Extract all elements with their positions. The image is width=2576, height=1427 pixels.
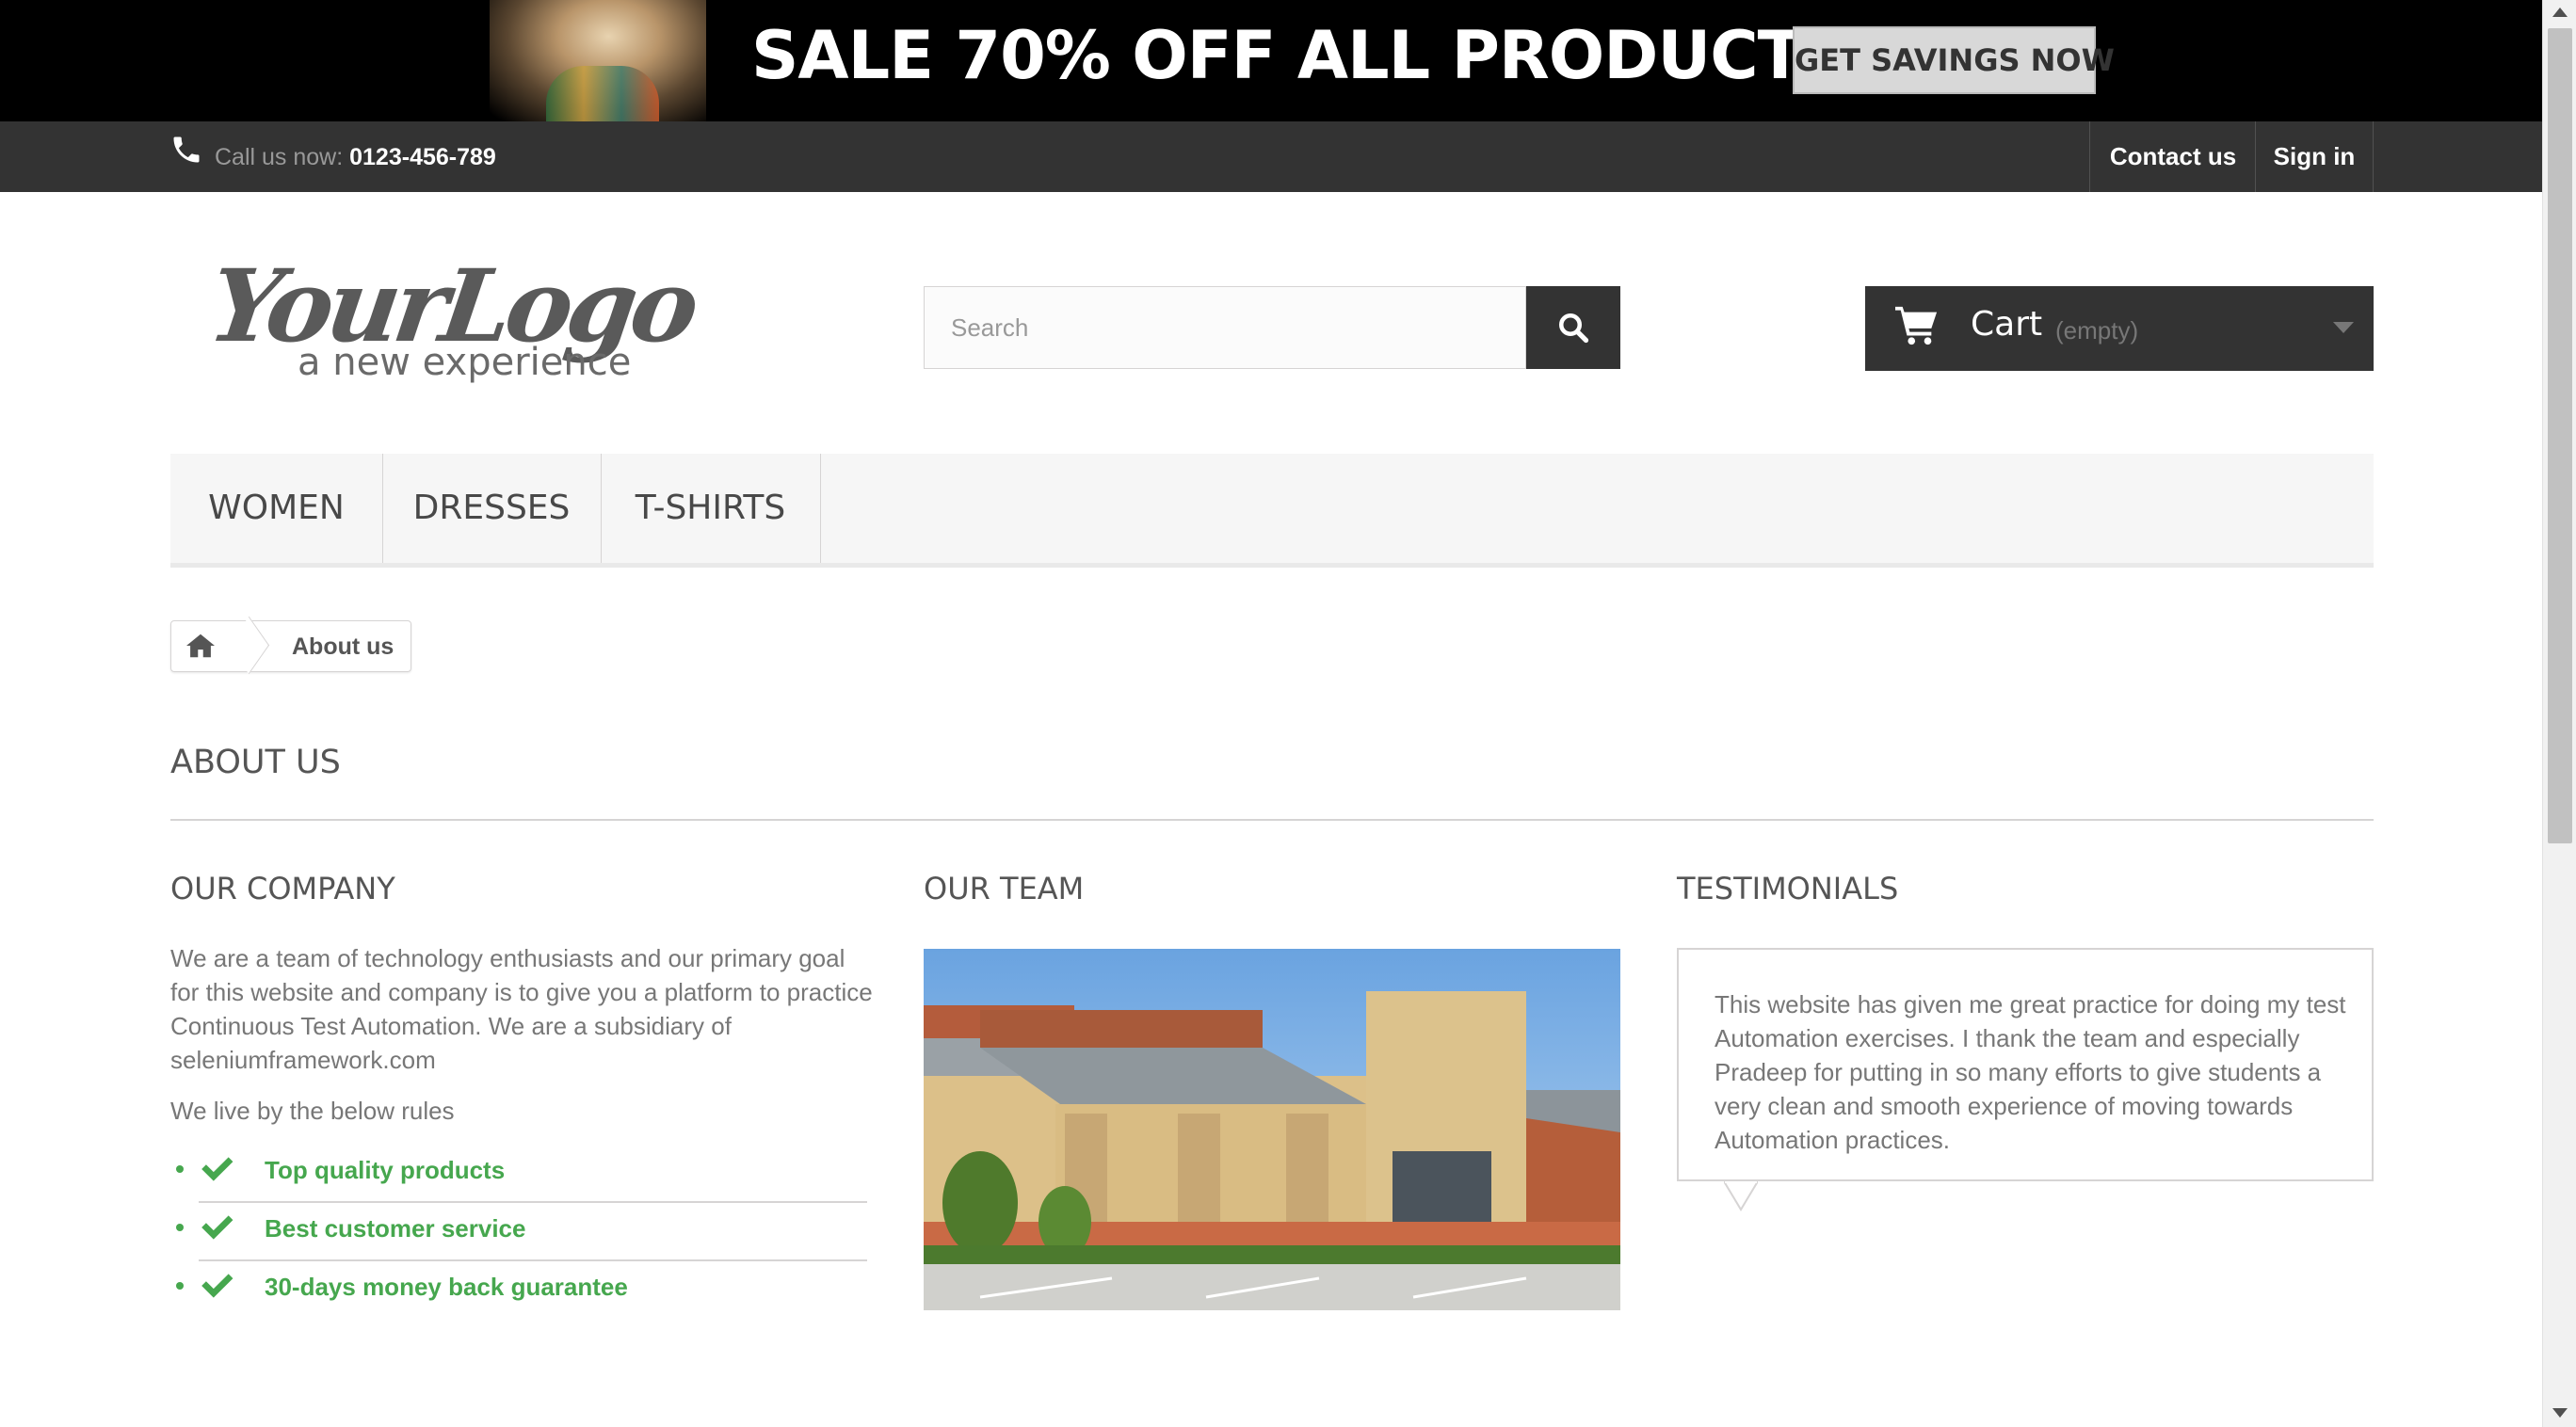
call-us-label: Call us now: bbox=[215, 144, 350, 170]
banner-model-image bbox=[490, 0, 706, 121]
rules-intro: We live by the below rules bbox=[170, 1097, 455, 1125]
site-logo[interactable]: YourLogo a new experience bbox=[215, 235, 751, 395]
search-input[interactable]: Search bbox=[924, 286, 1526, 369]
cart-label: Cart bbox=[1971, 305, 2043, 344]
list-item: Top quality products bbox=[170, 1143, 867, 1201]
breadcrumb-current: About us bbox=[292, 633, 394, 660]
company-paragraph: We are a team of technology enthusiasts … bbox=[170, 944, 873, 1074]
testimonials-heading: TESTIMONIALS bbox=[1677, 871, 1899, 906]
check-icon bbox=[201, 1274, 233, 1298]
phone-number: 0123-456-789 bbox=[349, 144, 496, 170]
scroll-thumb[interactable] bbox=[2548, 28, 2572, 843]
call-us-text: Call us now: 0123-456-789 bbox=[215, 144, 496, 171]
our-company-heading: OUR COMPANY bbox=[170, 871, 395, 906]
rule-text: 30-days money back guarantee bbox=[265, 1273, 628, 1301]
search-icon bbox=[1559, 313, 1589, 344]
scroll-up-arrow-icon[interactable] bbox=[2552, 8, 2568, 17]
main-menu: WOMEN DRESSES T-SHIRTS bbox=[170, 454, 2374, 568]
cart-dropdown[interactable]: Cart (empty) bbox=[1865, 286, 2374, 371]
cart-status: (empty) bbox=[2055, 316, 2139, 345]
home-icon[interactable] bbox=[185, 632, 217, 660]
menu-item-tshirts[interactable]: T-SHIRTS bbox=[601, 454, 821, 563]
top-nav-bar: Call us now: 0123-456-789 Contact us Sig… bbox=[0, 121, 2542, 192]
bullet bbox=[176, 1224, 184, 1231]
rules-list: Top quality products Best customer servi… bbox=[170, 1143, 867, 1318]
check-icon bbox=[201, 1157, 233, 1181]
title-divider bbox=[170, 819, 2374, 821]
chevron-down-icon bbox=[2333, 322, 2354, 333]
scroll-down-arrow-icon[interactable] bbox=[2552, 1408, 2568, 1418]
sign-in-link[interactable]: Sign in bbox=[2255, 121, 2374, 192]
list-item: Best customer service bbox=[170, 1201, 867, 1259]
our-team-heading: OUR TEAM bbox=[924, 871, 1085, 906]
list-item: 30-days money back guarantee bbox=[170, 1259, 867, 1318]
contact-us-link[interactable]: Contact us bbox=[2089, 121, 2256, 192]
get-savings-button[interactable]: GET SAVINGS NOW bbox=[1793, 26, 2115, 94]
speech-tail bbox=[1724, 1181, 1758, 1211]
testimonial-text: This website has given me great practice… bbox=[1715, 990, 2346, 1154]
rule-text: Top quality products bbox=[265, 1156, 506, 1184]
bullet bbox=[176, 1282, 184, 1290]
cart-icon bbox=[1895, 306, 1938, 345]
check-icon bbox=[201, 1215, 233, 1240]
phone-icon bbox=[173, 136, 200, 163]
testimonial-box: This website has given me great practice… bbox=[1677, 948, 2374, 1211]
banner-title: SALE 70% OFF ALL PRODUCTS bbox=[751, 17, 1849, 94]
menu-item-dresses[interactable]: DRESSES bbox=[382, 454, 602, 563]
logo-tagline: a new experience bbox=[298, 341, 631, 384]
breadcrumb: About us bbox=[170, 620, 411, 672]
vertical-scrollbar[interactable] bbox=[2542, 0, 2576, 1427]
menu-item-women[interactable]: WOMEN bbox=[170, 454, 383, 563]
bullet bbox=[176, 1165, 184, 1173]
team-building-image bbox=[924, 949, 1620, 1310]
page-title: ABOUT US bbox=[170, 744, 341, 781]
promo-banner[interactable]: SALE 70% OFF ALL PRODUCTS GET SAVINGS NO… bbox=[0, 0, 2542, 121]
rule-text: Best customer service bbox=[265, 1214, 526, 1243]
search-button[interactable] bbox=[1526, 286, 1620, 369]
